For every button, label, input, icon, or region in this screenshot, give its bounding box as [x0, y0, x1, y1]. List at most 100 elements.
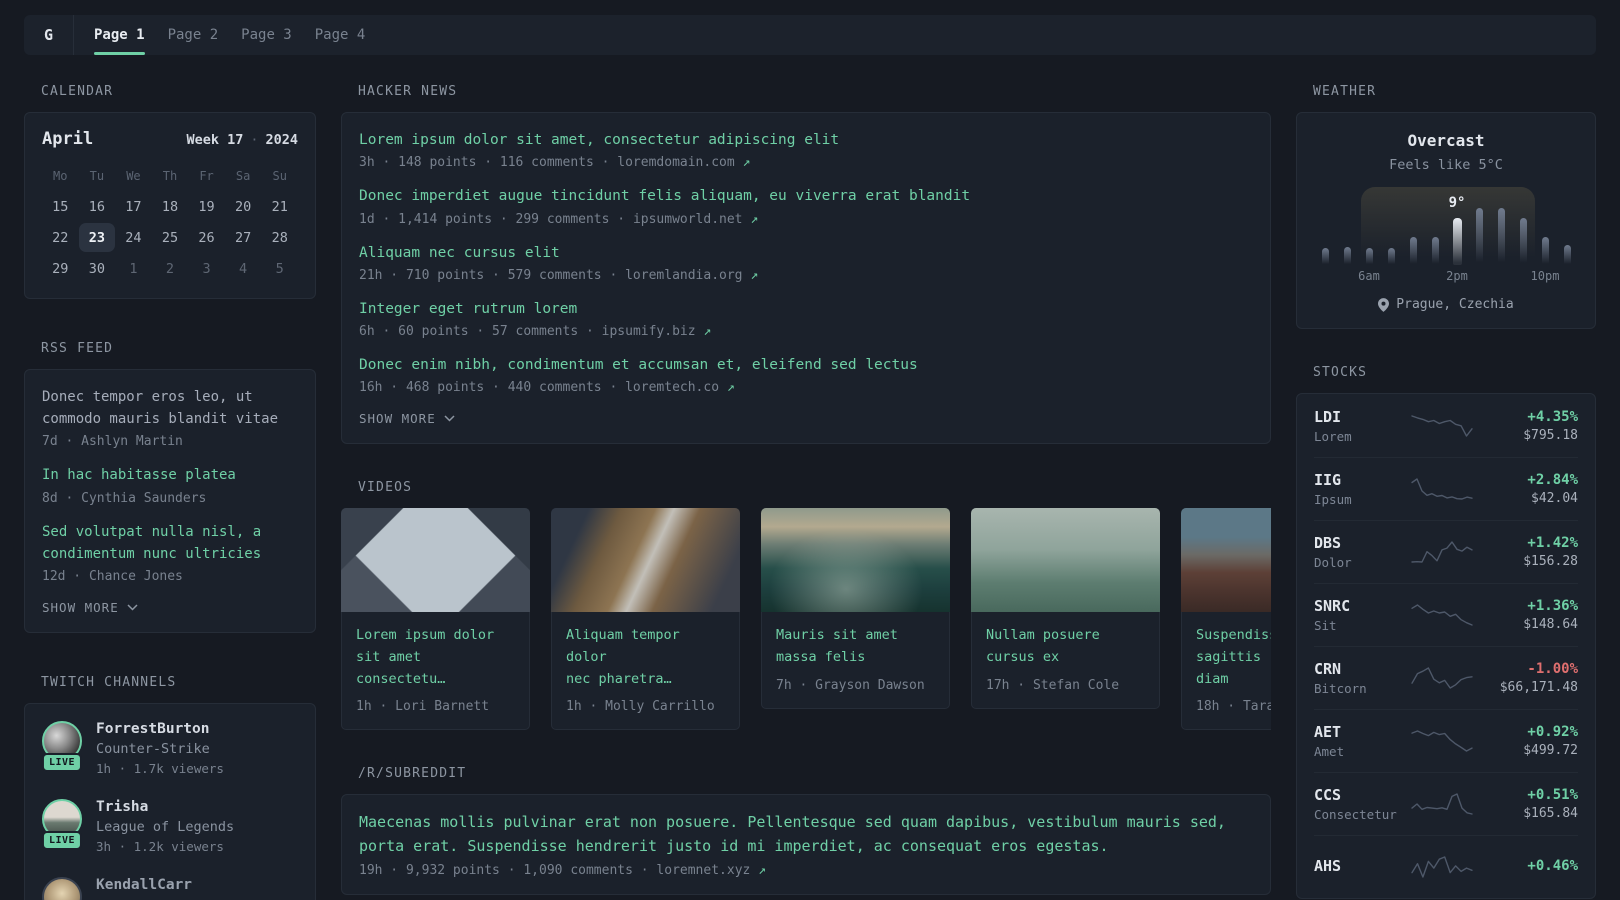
source-domain-link[interactable]: loremnet.xyz: [656, 863, 750, 878]
rss-item-link[interactable]: Donec tempor eros leo, ut commodo mauris…: [42, 387, 298, 430]
hackernews-item-link[interactable]: Aliquam nec cursus elit: [359, 243, 1253, 263]
weekday-label: We: [126, 169, 141, 183]
calendar-day[interactable]: 28: [261, 222, 298, 253]
stock-row[interactable]: CRN Bitcorn -1.00% $66,171.48: [1314, 646, 1578, 709]
rss-item-meta: 7d · Ashlyn Martin: [42, 434, 183, 450]
calendar-day[interactable]: 30: [79, 253, 116, 284]
calendar-day[interactable]: 29: [42, 253, 79, 284]
video-card[interactable]: Nullam posuere cursus ex 17h · Stefan Co…: [971, 508, 1160, 730]
stock-price: $66,171.48: [1499, 680, 1578, 695]
stocks-widget: LDI Lorem +4.35% $795.18 IIG Ipsum +2.84% $4…: [1296, 393, 1596, 899]
current-temperature-label: 9°: [1448, 195, 1466, 211]
stock-row[interactable]: IIG Ipsum +2.84% $42.04: [1314, 457, 1578, 520]
source-domain-link[interactable]: ipsumworld.net: [633, 212, 743, 227]
hackernews-section: HACKER NEWS Lorem ipsum dolor sit amet, …: [341, 84, 1271, 445]
stock-name: Bitcorn: [1314, 681, 1367, 696]
stock-row[interactable]: AET Amet +0.92% $499.72: [1314, 709, 1578, 772]
calendar-day[interactable]: 15: [42, 191, 79, 222]
weekday-label: Mo: [53, 169, 68, 183]
calendar-day[interactable]: 18: [152, 191, 189, 222]
calendar-day-next-month[interactable]: 1: [115, 253, 152, 284]
video-card[interactable]: Suspendisse sagittis diam 18h · Tara: [1181, 508, 1271, 731]
calendar-day-next-month[interactable]: 4: [225, 253, 262, 284]
stock-row[interactable]: LDI Lorem +4.35% $795.18: [1314, 394, 1578, 457]
stock-symbol: SNRC: [1314, 597, 1351, 615]
source-domain-link[interactable]: ipsumify.biz: [602, 324, 696, 339]
twitch-channel[interactable]: LIVE Trisha League of Legends 3h · 1.2k …: [41, 799, 298, 863]
video-card[interactable]: Aliquam tempor dolor nec pharetra… 1h · …: [551, 508, 740, 731]
source-domain-link[interactable]: loremtech.co: [625, 380, 719, 395]
calendar-day-next-month[interactable]: 3: [188, 253, 225, 284]
external-link-icon: ↗: [750, 267, 759, 283]
calendar-day[interactable]: 24: [115, 222, 152, 253]
rss-show-more-button[interactable]: SHOW MORE: [42, 600, 298, 615]
stock-row[interactable]: SNRC Sit +1.36% $148.64: [1314, 583, 1578, 646]
weather-feels-like: Feels like 5°C: [1389, 157, 1503, 173]
rss-item-link[interactable]: In hac habitasse platea: [42, 465, 298, 487]
calendar-day[interactable]: 22: [42, 222, 79, 253]
live-badge: LIVE: [41, 753, 83, 773]
location-pin-icon: [1378, 297, 1390, 312]
stock-price: $165.84: [1523, 806, 1578, 821]
stock-row[interactable]: DBS Dolor +1.42% $156.28: [1314, 520, 1578, 583]
rss-item-link[interactable]: Sed volutpat nulla nisl, a condimentum n…: [42, 522, 298, 565]
calendar-day[interactable]: 27: [225, 222, 262, 253]
hackernews-item: Donec enim nibh, condimentum et accumsan…: [359, 355, 1253, 395]
rss-section: RSS FEED Donec tempor eros leo, ut commo…: [24, 341, 316, 634]
video-card[interactable]: Mauris sit amet massa felis 7h · Grayson…: [761, 508, 950, 730]
weekday-label: Tu: [89, 169, 105, 183]
calendar-day[interactable]: 20: [225, 191, 262, 222]
calendar-day[interactable]: 17: [115, 191, 152, 222]
source-domain-link[interactable]: loremdomain.com: [617, 155, 734, 170]
tab-page-3[interactable]: Page 3: [241, 15, 292, 55]
video-meta: 7h · Grayson Dawson: [776, 677, 925, 693]
external-link-icon: ↗: [742, 155, 751, 171]
hackernews-item: Donec imperdiet augue tincidunt felis al…: [359, 186, 1253, 226]
app-logo[interactable]: G: [24, 26, 73, 44]
tab-page-1[interactable]: Page 1: [94, 15, 145, 55]
calendar-day[interactable]: 16: [79, 191, 116, 222]
stock-change: +0.46%: [1527, 857, 1578, 874]
weekday-label: Th: [162, 169, 178, 183]
video-title-link[interactable]: Aliquam tempor dolor nec pharetra…: [566, 625, 725, 690]
calendar-day-next-month[interactable]: 2: [152, 253, 189, 284]
calendar-day-selected[interactable]: 23: [78, 222, 116, 253]
weather-bar: [1541, 237, 1549, 265]
hackernews-item-link[interactable]: Donec enim nibh, condimentum et accumsan…: [359, 355, 1253, 375]
hackernews-item: Integer eget rutrum lorem 6h · 60 points…: [359, 299, 1253, 339]
stock-symbol: IIG: [1314, 471, 1342, 489]
hackernews-item-link[interactable]: Donec imperdiet augue tincidunt felis al…: [359, 186, 1253, 206]
subreddit-post-link[interactable]: Maecenas mollis pulvinar erat non posuer…: [359, 811, 1253, 858]
stock-row[interactable]: AHS +0.46%: [1314, 835, 1578, 898]
calendar-day[interactable]: 26: [188, 222, 225, 253]
tab-page-4[interactable]: Page 4: [315, 15, 366, 55]
channel-avatar: [42, 877, 82, 900]
calendar-day[interactable]: 25: [152, 222, 189, 253]
calendar-day[interactable]: 21: [261, 191, 298, 222]
video-title-link[interactable]: Lorem ipsum dolor sit amet consectetu…: [356, 625, 515, 690]
weather-bar: [1497, 208, 1505, 265]
video-card[interactable]: Lorem ipsum dolor sit amet consectetu… 1…: [341, 508, 530, 731]
page-tabs: Page 1 Page 2 Page 3 Page 4: [74, 15, 388, 55]
stock-sparkline: [1411, 414, 1473, 437]
hackernews-show-more-button[interactable]: SHOW MORE: [359, 411, 1253, 426]
video-title-link[interactable]: Mauris sit amet massa felis: [776, 625, 935, 668]
calendar-day-next-month[interactable]: 5: [261, 253, 298, 284]
videos-section: VIDEOS Lorem ipsum dolor sit amet consec…: [341, 480, 1271, 731]
stock-name: Dolor: [1314, 555, 1352, 570]
calendar-day[interactable]: 19: [188, 191, 225, 222]
twitch-channel[interactable]: LIVE ForrestBurton Counter-Strike 1h · 1…: [41, 721, 298, 785]
source-domain-link[interactable]: loremlandia.org: [625, 268, 742, 283]
chevron-down-icon: [127, 604, 138, 611]
twitch-channel[interactable]: KendallCarr: [42, 877, 298, 900]
weekday-label: Sa: [235, 169, 251, 183]
hackernews-item-link[interactable]: Integer eget rutrum lorem: [359, 299, 1253, 319]
weather-bar: [1563, 245, 1571, 265]
stock-row[interactable]: CCS Consectetur +0.51% $165.84: [1314, 772, 1578, 835]
tab-page-2[interactable]: Page 2: [168, 15, 219, 55]
video-title-link[interactable]: Nullam posuere cursus ex: [986, 625, 1145, 668]
hackernews-item-link[interactable]: Lorem ipsum dolor sit amet, consectetur …: [359, 130, 1253, 150]
video-title-link[interactable]: Suspendisse sagittis diam: [1196, 625, 1271, 690]
weather-bar-current: [1452, 218, 1462, 265]
middle-column: HACKER NEWS Lorem ipsum dolor sit amet, …: [341, 84, 1271, 900]
